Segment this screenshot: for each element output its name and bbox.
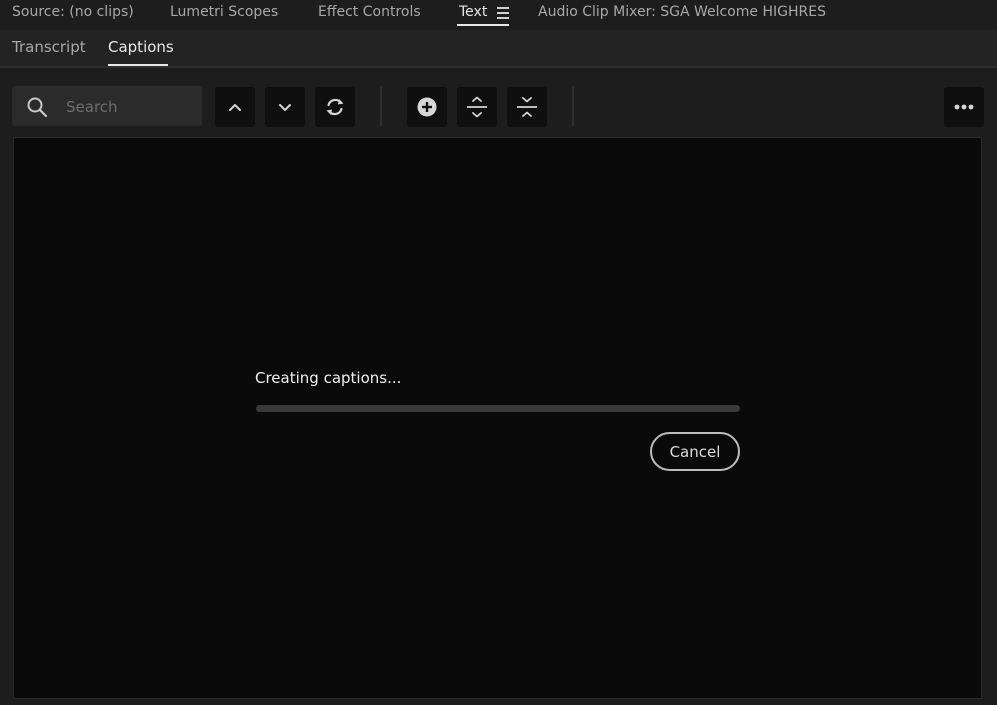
captions-content-area	[13, 137, 982, 699]
merge-caption-button[interactable]	[507, 87, 547, 127]
panel-tab-bar: Source: (no clips) Lumetri Scopes Effect…	[0, 0, 997, 28]
cancel-button[interactable]: Cancel	[650, 432, 740, 471]
tab-captions[interactable]: Captions	[108, 38, 174, 56]
panel-tab-lumetri-scopes[interactable]: Lumetri Scopes	[170, 4, 278, 20]
previous-caption-button[interactable]	[215, 87, 255, 127]
sub-tab-bar: Transcript Captions	[0, 30, 997, 68]
more-icon	[954, 104, 974, 110]
panel-tab-audio-clip-mixer[interactable]: Audio Clip Mixer: SGA Welcome HIGHRES	[538, 4, 826, 20]
panel-menu-icon[interactable]	[497, 7, 509, 19]
next-caption-button[interactable]	[265, 87, 305, 127]
captions-progress-bar	[256, 405, 740, 412]
panel-tab-text[interactable]: Text	[459, 4, 487, 20]
add-circle-icon	[417, 97, 437, 117]
search-icon	[27, 97, 48, 118]
tab-transcript[interactable]: Transcript	[12, 38, 86, 56]
search-box[interactable]	[12, 86, 202, 128]
panel-tab-effect-controls[interactable]: Effect Controls	[318, 4, 421, 20]
refresh-icon	[326, 98, 344, 116]
toolbar-separator	[572, 86, 574, 126]
merge-icon	[517, 97, 537, 117]
panel-tab-source[interactable]: Source: (no clips)	[12, 4, 134, 20]
split-caption-button[interactable]	[457, 87, 497, 127]
chevron-up-icon	[229, 104, 241, 111]
sub-tab-active-indicator	[108, 64, 168, 66]
chevron-down-icon	[279, 104, 291, 111]
creating-captions-status: Creating captions...	[255, 369, 402, 387]
replace-button[interactable]	[315, 87, 355, 127]
add-caption-button[interactable]	[407, 87, 447, 127]
search-input[interactable]	[64, 86, 198, 128]
panel-tab-active-indicator	[457, 24, 509, 26]
split-icon	[467, 96, 487, 118]
toolbar-separator	[380, 86, 382, 126]
more-options-button[interactable]	[944, 87, 984, 127]
